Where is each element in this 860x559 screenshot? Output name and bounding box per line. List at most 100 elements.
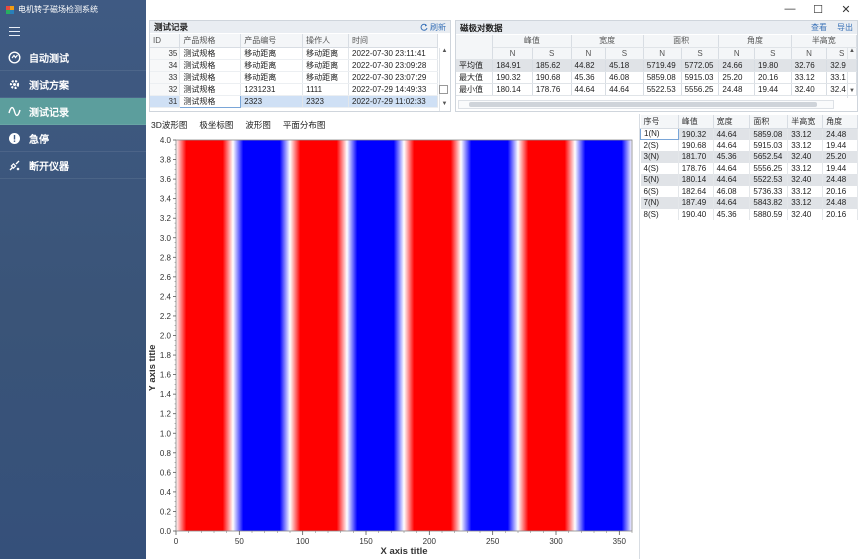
cell-value: 190.68 (532, 71, 572, 84)
tab-waveform[interactable]: 波形图 (245, 119, 271, 131)
column-header-operator[interactable]: 操作人 (302, 34, 350, 48)
heatmap-band-n (518, 140, 575, 531)
minimize-button[interactable]: — (776, 0, 804, 18)
pole-pair-hscrollbar[interactable] (458, 100, 834, 109)
tab-polar[interactable]: 极坐标图 (199, 119, 233, 131)
cell-value: 45.36 (713, 208, 751, 220)
close-button[interactable]: ✕ (832, 0, 860, 18)
sidebar-item-test-plan[interactable]: 测试方案 (0, 71, 146, 98)
scroll-up-icon[interactable]: ▲ (848, 48, 856, 54)
table-row[interactable]: 6(S) 182.64 46.08 5736.33 33.12 20.16 (640, 185, 858, 197)
refresh-button[interactable]: 刷新 (420, 22, 446, 33)
y-tick-label: 2.2 (160, 312, 172, 321)
table-row[interactable]: 最小值 180.14 178.76 44.64 44.64 5522.53 55… (456, 83, 857, 96)
view-button[interactable]: 查看 (811, 22, 827, 33)
sub-header: N (571, 47, 607, 60)
cell-value: 182.64 (678, 185, 714, 197)
records-scrollbar[interactable]: ▲ ▼ (439, 48, 449, 111)
sub-header: S (681, 47, 720, 60)
export-button[interactable]: 导出 (837, 22, 853, 33)
cell-number: 移动距离 (240, 59, 304, 72)
scroll-thumb[interactable] (469, 102, 817, 107)
table-row[interactable]: 32 测试规格 1231231 1111 2022-07-29 14:49:33 (150, 83, 438, 96)
y-tick-label: 3.2 (160, 214, 172, 223)
table-row[interactable]: 平均值 184.91 185.62 44.82 45.18 5719.49 57… (456, 59, 857, 72)
table-row[interactable]: 34 测试规格 移动距离 移动距离 2022-07-30 23:09:28 (150, 59, 438, 72)
cell-value: 5556.25 (749, 162, 789, 174)
table-row[interactable]: 4(S) 178.76 44.64 5556.25 33.12 19.44 (640, 162, 858, 174)
cell-value: 24.48 (822, 174, 858, 186)
cell-time: 2022-07-30 23:11:41 (348, 47, 438, 60)
table-row[interactable]: 最大值 190.32 190.68 45.36 46.08 5859.08 59… (456, 71, 857, 84)
sidebar-item-label: 自动测试 (29, 53, 69, 65)
refresh-label: 刷新 (430, 22, 446, 32)
tab-3d-waveform[interactable]: 3D波形图 (151, 119, 187, 131)
sub-header: N (791, 47, 828, 60)
scroll-down-icon[interactable]: ▼ (440, 101, 449, 109)
table-row[interactable]: 2(S) 190.68 44.64 5915.03 33.12 19.44 (640, 139, 858, 151)
y-tick-label: 3.8 (160, 156, 172, 165)
scroll-up-icon[interactable]: ▲ (440, 48, 449, 56)
records-checkbox[interactable] (439, 85, 448, 94)
column-header-width[interactable]: 宽度 (713, 115, 751, 129)
cell-index: 4(S) (640, 162, 679, 174)
column-header-area[interactable]: 面积 (749, 115, 789, 129)
y-tick-label: 4.0 (160, 136, 172, 145)
heatmap-band-s (347, 140, 404, 531)
column-header-spec[interactable]: 产品规格 (179, 34, 242, 48)
tab-plane-distribution[interactable]: 平面分布图 (283, 119, 326, 131)
cell-value: 5736.33 (749, 185, 789, 197)
cell-value: 45.36 (713, 151, 751, 163)
cell-value: 33.12 (787, 162, 824, 174)
window-controls: — ☐ ✕ (776, 0, 860, 18)
cell-value: 190.68 (678, 139, 714, 151)
y-tick-label: 3.4 (160, 195, 172, 204)
table-row[interactable]: 7(N) 187.49 44.64 5843.82 33.12 24.48 (640, 197, 858, 209)
sidebar-item-test-records[interactable]: 测试记录 (0, 98, 146, 125)
x-tick-label: 300 (549, 537, 563, 546)
table-row[interactable]: 33 测试规格 移动距离 移动距离 2022-07-30 23:07:29 (150, 71, 438, 84)
table-row[interactable]: 8(S) 190.40 45.36 5880.59 32.40 20.16 (640, 208, 858, 220)
cell-value: 44.64 (571, 83, 607, 96)
pole-pair-vscrollbar[interactable]: ▲ ▼ (847, 48, 856, 98)
sidebar-nav: 自动测试 测试方案 测试记录 急停 断开仪器 (0, 44, 146, 179)
table-row[interactable]: 1(N) 190.32 44.64 5859.08 33.12 24.48 (640, 127, 858, 140)
table-row[interactable]: 3(N) 181.70 45.36 5652.54 32.40 25.20 (640, 151, 858, 163)
scroll-down-icon[interactable]: ▼ (848, 88, 856, 94)
menu-toggle-icon[interactable] (9, 27, 20, 36)
column-header-peak[interactable]: 峰值 (678, 115, 714, 129)
pole-pair-table: 峰值 宽度 面积 角度 半高宽 N S N S N S N S N S 平均值 … (456, 35, 858, 96)
column-header-id[interactable]: ID (150, 34, 181, 48)
group-header: 面积 (643, 35, 720, 48)
sidebar-item-auto-test[interactable]: 自动测试 (0, 44, 146, 71)
cell-index: 8(S) (640, 208, 679, 220)
sidebar-item-disconnect[interactable]: 断开仪器 (0, 152, 146, 179)
column-header-time[interactable]: 时间 (348, 34, 438, 48)
y-tick-label: 1.2 (160, 410, 172, 419)
table-row[interactable]: 5(N) 180.14 44.64 5522.53 32.40 24.48 (640, 174, 858, 186)
maximize-button[interactable]: ☐ (804, 0, 832, 18)
cell-value: 32.40 (787, 208, 824, 220)
column-header-angle[interactable]: 角度 (822, 115, 858, 129)
x-tick-label: 100 (296, 537, 310, 546)
column-header-fwhm[interactable]: 半高宽 (787, 115, 824, 129)
y-tick-label: 2.6 (160, 273, 172, 282)
sidebar-item-label: 测试记录 (29, 107, 69, 119)
cell-value: 44.64 (713, 174, 751, 186)
column-header-number[interactable]: 产品编号 (240, 34, 304, 48)
cell-value: 180.14 (678, 174, 714, 186)
cell-time: 2022-07-29 14:49:33 (348, 83, 438, 96)
y-tick-label: 1.8 (160, 351, 172, 360)
cell-value: 44.64 (713, 139, 751, 151)
sidebar-item-emergency-stop[interactable]: 急停 (0, 125, 146, 152)
table-row-selected[interactable]: 31 测试规格 2323 2323 2022-07-29 11:02:33 (150, 94, 438, 108)
heatmap-band-s (575, 140, 632, 531)
sub-header: S (532, 47, 572, 60)
column-header-index[interactable]: 序号 (640, 115, 679, 129)
row-label: 最大值 (456, 71, 494, 84)
x-tick-label: 200 (423, 537, 437, 546)
cell-value: 24.48 (822, 128, 858, 140)
cell-value: 20.16 (822, 185, 858, 197)
heatmap-chart: 0.0 0.2 0.4 0.6 0.8 1.0 1.2 1.4 1.6 1.8 2.0 2.2 2.4 2… (149, 136, 633, 557)
table-row[interactable]: 35 测试规格 移动距离 移动距离 2022-07-30 23:11:41 (150, 47, 438, 60)
